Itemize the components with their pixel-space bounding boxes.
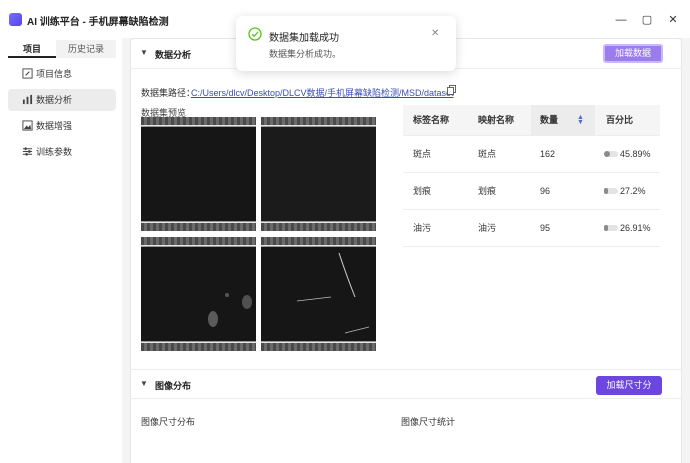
minimize-button[interactable]: —: [614, 13, 628, 27]
size-statistics-label: 图像尺寸统计: [401, 417, 456, 427]
toast-title: 数据集加载成功: [269, 33, 339, 44]
thumbnail-edge: [261, 237, 376, 245]
dataset-path-link[interactable]: C:/Users/dlcv/Desktop/DLCV数据/手机屏幕缺陷检测/MS…: [191, 86, 454, 99]
table-row[interactable]: 油污 油污 95 26.91%: [403, 210, 660, 247]
chevron-down-icon[interactable]: ▼: [140, 379, 150, 389]
sidebar-item-label: 训练参数: [36, 147, 73, 157]
sidebar-tabs: 项目 历史记录: [8, 40, 118, 58]
section-title: 图像分布: [155, 381, 192, 391]
check-circle-icon: [248, 27, 262, 41]
thumbnail-edge: [261, 223, 376, 231]
dataset-path-label: 数据集路径：: [141, 88, 196, 98]
header-percent[interactable]: 百分比: [606, 105, 633, 136]
cell-count: 96: [540, 186, 551, 196]
load-size-distribution-button[interactable]: 加载尺寸分布: [596, 376, 662, 409]
cell-label: 划痕: [413, 186, 432, 196]
dataset-thumbnail[interactable]: [141, 117, 256, 231]
cell-percent: 26.91%: [620, 223, 651, 233]
sidebar-item-label: 数据增强: [36, 121, 73, 131]
section-title: 数据分析: [155, 50, 192, 60]
app-title: AI 训练平台 - 手机屏幕缺陷检测: [27, 17, 169, 28]
cell-mapped: 划痕: [478, 186, 497, 196]
screen-image: [141, 246, 256, 342]
table-row[interactable]: 斑点 斑点 162 45.89%: [403, 136, 660, 173]
cell-label: 斑点: [413, 149, 432, 159]
cell-count: 162: [540, 149, 556, 159]
sidebar-item-data-analysis[interactable]: 数据分析: [8, 89, 116, 111]
image-icon: [22, 120, 33, 131]
percent-bar-fill: [604, 151, 611, 157]
sidebar-item-label: 项目信息: [36, 69, 73, 79]
toast-message: 数据集分析成功。: [269, 49, 342, 59]
sidebar: 项目 历史记录 项目信息 数据分析 数据增强 训练参数: [0, 38, 122, 463]
sliders-icon: [22, 147, 33, 156]
screen-image: [261, 126, 376, 222]
thumbnail-edge: [141, 237, 256, 245]
sidebar-item-data-augmentation[interactable]: 数据增强: [8, 115, 116, 137]
sidebar-item-project-info[interactable]: 项目信息: [8, 63, 116, 85]
sort-icon[interactable]: ▲ ▼: [577, 114, 584, 126]
thumbnail-edge: [261, 117, 376, 125]
dataset-thumbnail[interactable]: [261, 237, 376, 351]
header-count[interactable]: 数量: [540, 105, 558, 136]
maximize-button[interactable]: ▢: [640, 13, 654, 27]
cell-percent: 27.2%: [620, 186, 646, 196]
copy-icon[interactable]: [447, 85, 456, 95]
cell-label: 油污: [413, 223, 432, 233]
dataset-thumbnail[interactable]: [261, 117, 376, 231]
cell-mapped: 油污: [478, 223, 497, 233]
success-toast: 数据集加载成功 数据集分析成功。 ✕: [236, 16, 456, 71]
table-row[interactable]: 划痕 划痕 96 27.2%: [403, 173, 660, 210]
percent-bar-fill: [604, 188, 608, 194]
defect-scratches: [296, 252, 370, 334]
percent-bar: [604, 151, 618, 157]
defect-spots: [208, 293, 252, 327]
sidebar-item-label: 数据分析: [36, 95, 73, 105]
percent-bar: [604, 225, 618, 231]
chevron-down-icon[interactable]: ▼: [140, 48, 150, 58]
size-distribution-label: 图像尺寸分布: [141, 417, 196, 427]
header-mapped-name[interactable]: 映射名称: [478, 105, 514, 136]
table-header-row: 标签名称 映射名称 数量 ▲ ▼ 百分比: [403, 105, 660, 136]
close-window-button[interactable]: ✕: [666, 13, 680, 27]
cell-percent: 45.89%: [620, 149, 651, 159]
percent-bar-fill: [604, 225, 608, 231]
thumbnail-edge: [141, 117, 256, 125]
load-dataset-button[interactable]: 加载数据集: [603, 44, 663, 73]
sidebar-item-training-params[interactable]: 训练参数: [8, 141, 116, 163]
content-panel: ▼ 数据分析 加载数据集 数据集路径： C:/Users/dlcv/Deskto…: [130, 38, 682, 463]
tab-project[interactable]: 项目: [8, 40, 56, 58]
screen-image: [261, 246, 376, 342]
image-distribution-header[interactable]: ▼ 图像分布 加载尺寸分布: [131, 369, 681, 409]
dataset-thumbnail[interactable]: [141, 237, 256, 351]
thumbnail-edge: [261, 343, 376, 351]
app-logo-icon: [9, 13, 22, 26]
screen-image: [141, 126, 256, 222]
cell-mapped: 斑点: [478, 149, 497, 159]
edit-icon: [22, 68, 33, 79]
bar-chart-icon: [22, 94, 33, 105]
percent-bar: [604, 188, 618, 194]
tab-history[interactable]: 历史记录: [56, 40, 116, 58]
header-label-name[interactable]: 标签名称: [413, 105, 449, 136]
close-icon[interactable]: ✕: [431, 28, 439, 39]
thumbnail-edge: [141, 343, 256, 351]
thumbnail-edge: [141, 223, 256, 231]
main-area: ▼ 数据分析 加载数据集 数据集路径： C:/Users/dlcv/Deskto…: [122, 38, 690, 463]
cell-count: 95: [540, 223, 551, 233]
